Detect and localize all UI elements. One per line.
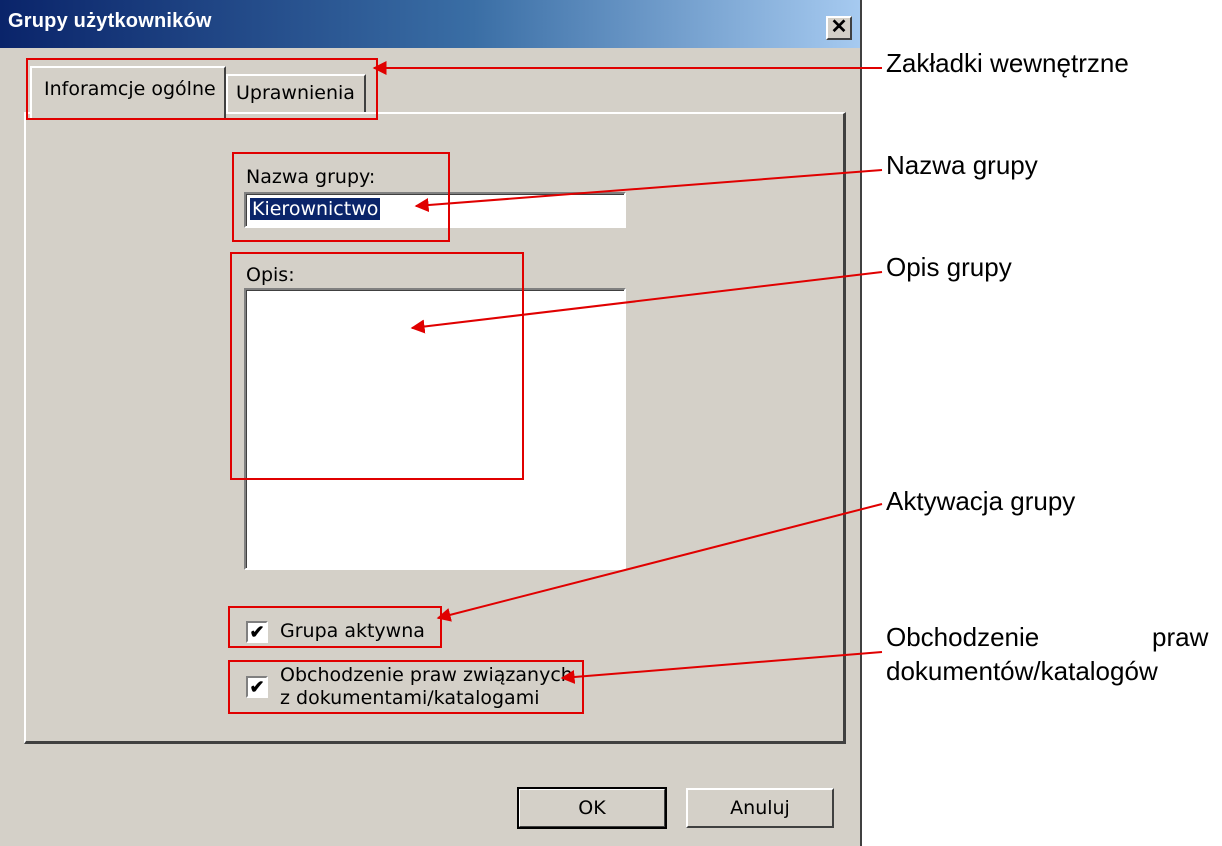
annotation-bypass-line1-right: praw <box>1152 622 1209 652</box>
annotation-bypass-line2: dokumentów/katalogów <box>886 656 1158 686</box>
close-icon: ✕ <box>830 16 848 38</box>
annotation-group-name: Nazwa grupy <box>886 150 1038 180</box>
cancel-button[interactable]: Anuluj <box>686 788 834 828</box>
annotation-bypass-line1-left: Obchodzenie <box>886 622 1040 652</box>
annotation-activation: Aktywacja grupy <box>886 486 1076 516</box>
tabs-highlight-box <box>26 58 378 120</box>
close-button[interactable]: ✕ <box>826 16 852 40</box>
annotation-description: Opis grupy <box>886 252 1012 282</box>
bypass-checkbox-highlight-box <box>228 660 584 714</box>
ok-button[interactable]: OK <box>517 787 667 829</box>
group-name-highlight-box <box>232 152 450 242</box>
title-bar[interactable]: Grupy użytkowników ✕ <box>0 0 860 48</box>
annotation-tabs: Zakładki wewnętrzne <box>886 48 1129 78</box>
description-highlight-box <box>230 252 524 480</box>
active-checkbox-highlight-box <box>228 606 442 648</box>
window-title: Grupy użytkowników <box>8 10 212 32</box>
